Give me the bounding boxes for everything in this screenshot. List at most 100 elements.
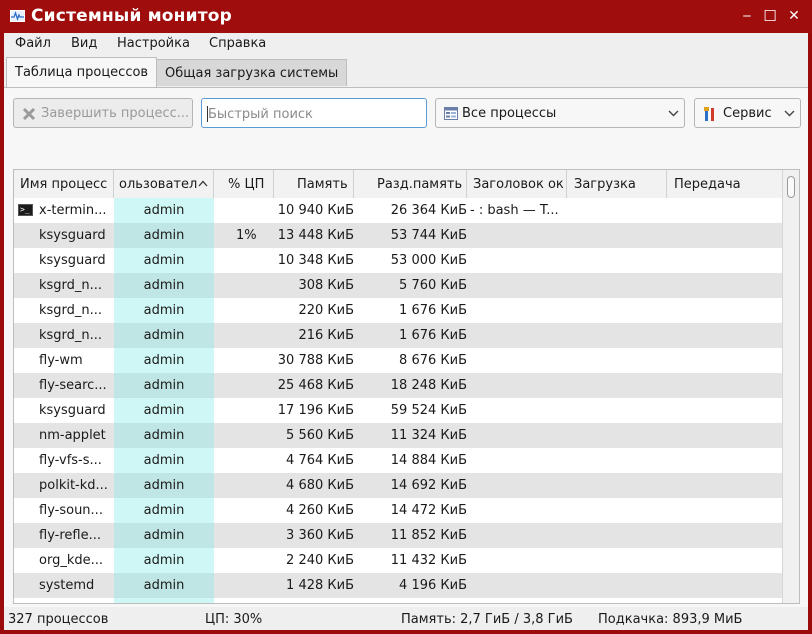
column-header-window-title[interactable]: Заголовок ок — [467, 170, 567, 198]
cell-window-title — [467, 348, 567, 373]
cell-shared-memory: 11 852 КиБ — [390, 528, 467, 543]
maximize-icon[interactable]: ☐ — [760, 6, 780, 26]
table-row[interactable]: ksgrd_n... admin 220 КиБ 1 676 КиБ — [14, 298, 782, 323]
cell-memory: 4 764 КиБ — [286, 453, 354, 468]
cell-process-name: (sd-pam) — [14, 598, 114, 603]
cell-memory: 13 448 КиБ — [277, 228, 354, 243]
tools-button[interactable]: Сервис — [694, 98, 801, 128]
cell-load — [567, 273, 667, 298]
column-header-shared-memory[interactable]: Разд.память — [354, 170, 467, 198]
cell-load — [567, 523, 667, 548]
cell-load — [567, 473, 667, 498]
column-header-user[interactable]: ользовател — [114, 170, 214, 198]
cell-cpu — [214, 198, 274, 223]
cell-memory: 30 788 КиБ — [277, 353, 354, 368]
cell-window-title — [467, 498, 567, 523]
window-title: Системный монитор — [31, 6, 233, 26]
process-list-icon — [444, 107, 458, 120]
cell-window-title — [467, 448, 567, 473]
cell-cpu — [214, 498, 274, 523]
cell-load — [567, 448, 667, 473]
close-icon[interactable]: ✕ — [784, 6, 804, 26]
quick-search-input[interactable] — [206, 104, 425, 124]
table-row[interactable]: org_kde... admin 2 240 КиБ 11 432 КиБ — [14, 548, 782, 573]
kill-process-label: Завершить процесс... — [41, 106, 190, 121]
menu-file[interactable]: Файл — [15, 36, 51, 51]
quick-search-input-box[interactable] — [201, 98, 427, 128]
cell-shared-memory: 26 364 КиБ — [390, 203, 467, 218]
cell-cpu — [214, 423, 274, 448]
cell-transfer — [667, 373, 782, 398]
table-row[interactable]: fly-refle... admin 3 360 КиБ 11 852 КиБ — [14, 523, 782, 548]
minimize-icon[interactable]: ‒ — [737, 6, 757, 26]
status-process-count: 327 процессов — [8, 612, 109, 627]
table-row[interactable]: polkit-kd... admin 4 680 КиБ 14 692 КиБ — [14, 473, 782, 498]
table-row[interactable]: ksgrd_n... admin 216 КиБ 1 676 КиБ — [14, 323, 782, 348]
cell-memory: 10 940 КиБ — [277, 203, 354, 218]
tools-icon — [704, 107, 714, 121]
cell-load — [567, 398, 667, 423]
cell-shared-memory — [354, 598, 467, 603]
column-header-user-label: ользовател — [119, 177, 198, 192]
table-row[interactable]: (sd-pam)admin 1 392 КиБ — [14, 598, 782, 603]
cell-process-name: x-termin... — [39, 203, 107, 218]
cell-transfer — [667, 223, 782, 248]
table-row[interactable]: >_ x-termin... admin 10 940 КиБ 26 364 КиБ - … — [14, 198, 782, 223]
vertical-scrollbar[interactable] — [782, 170, 799, 603]
cell-transfer — [667, 348, 782, 373]
cell-transfer — [667, 248, 782, 273]
column-header-cpu[interactable]: % ЦП — [214, 170, 274, 198]
cell-cpu — [214, 248, 274, 273]
column-header-load[interactable]: Загрузка — [567, 170, 667, 198]
table-row[interactable]: ksysguard admin 10 348 КиБ 53 000 КиБ — [14, 248, 782, 273]
table-row[interactable]: fly-soun... admin 4 260 КиБ 14 472 КиБ — [14, 498, 782, 523]
cell-process-name: fly-soun... — [39, 503, 103, 518]
cell-memory: 308 КиБ — [298, 278, 354, 293]
cell-cpu — [214, 323, 274, 348]
cell-memory: 216 КиБ — [298, 328, 354, 343]
window-client-area: Файл Вид Настройка Справка Таблица проце… — [4, 33, 808, 630]
tab-bar: Таблица процессов Общая загрузка системы — [4, 57, 808, 88]
scrollbar-thumb[interactable] — [787, 176, 795, 198]
table-row[interactable]: ksgrd_n... admin 308 КиБ 5 760 КиБ — [14, 273, 782, 298]
cell-window-title — [467, 523, 567, 548]
cell-cpu — [214, 273, 274, 298]
cell-user: admin — [114, 223, 214, 248]
column-header-name[interactable]: Имя процесс — [14, 170, 114, 198]
process-table: Имя процесс ользовател % ЦП Память Разд.… — [13, 169, 800, 604]
cell-process-name: systemd — [39, 578, 95, 593]
kill-process-button[interactable]: Завершить процесс... — [13, 98, 193, 128]
tab-process-table[interactable]: Таблица процессов — [6, 57, 158, 88]
table-row[interactable]: ksysguard admin 1% 13 448 КиБ 53 744 КиБ — [14, 223, 782, 248]
table-row[interactable]: fly-vfs-s... admin 4 764 КиБ 14 884 КиБ — [14, 448, 782, 473]
cell-shared-memory: 1 676 КиБ — [399, 303, 467, 318]
menu-view[interactable]: Вид — [71, 36, 97, 51]
cell-shared-memory: 11 432 КиБ — [390, 553, 467, 568]
cell-cpu — [214, 523, 274, 548]
cell-user: admin — [114, 323, 214, 348]
tab-system-load[interactable]: Общая загрузка системы — [156, 59, 348, 86]
menu-help[interactable]: Справка — [209, 36, 266, 51]
cell-transfer — [667, 598, 782, 603]
table-row[interactable]: fly-searc... admin 25 468 КиБ 18 248 КиБ — [14, 373, 782, 398]
cell-transfer — [667, 323, 782, 348]
table-row[interactable]: systemd admin 1 428 КиБ 4 196 КиБ — [14, 573, 782, 598]
column-header-transfer[interactable]: Передача — [667, 170, 782, 198]
cell-window-title — [467, 573, 567, 598]
table-row[interactable]: ksysguard admin 17 196 КиБ 59 524 КиБ — [14, 398, 782, 423]
cell-window-title — [467, 548, 567, 573]
cell-user: admin — [114, 598, 214, 603]
menu-settings[interactable]: Настройка — [117, 36, 190, 51]
column-header-memory[interactable]: Память — [274, 170, 354, 198]
cell-process-name: ksysguard — [39, 228, 106, 243]
cell-load — [567, 573, 667, 598]
table-row[interactable]: fly-wm admin 30 788 КиБ 8 676 КиБ — [14, 348, 782, 373]
process-filter-select[interactable]: Все процессы — [435, 98, 685, 128]
title-bar[interactable]: Системный монитор ‒ ☐ ✕ — [0, 0, 812, 33]
cell-shared-memory: 14 692 КиБ — [390, 478, 467, 493]
status-memory: Память: 2,7 ГиБ / 3,8 ГиБ — [401, 612, 573, 627]
cell-window-title — [467, 323, 567, 348]
cell-process-name: fly-refle... — [39, 528, 101, 543]
table-row[interactable]: nm-applet admin 5 560 КиБ 11 324 КиБ — [14, 423, 782, 448]
cell-shared-memory: 11 324 КиБ — [390, 428, 467, 443]
